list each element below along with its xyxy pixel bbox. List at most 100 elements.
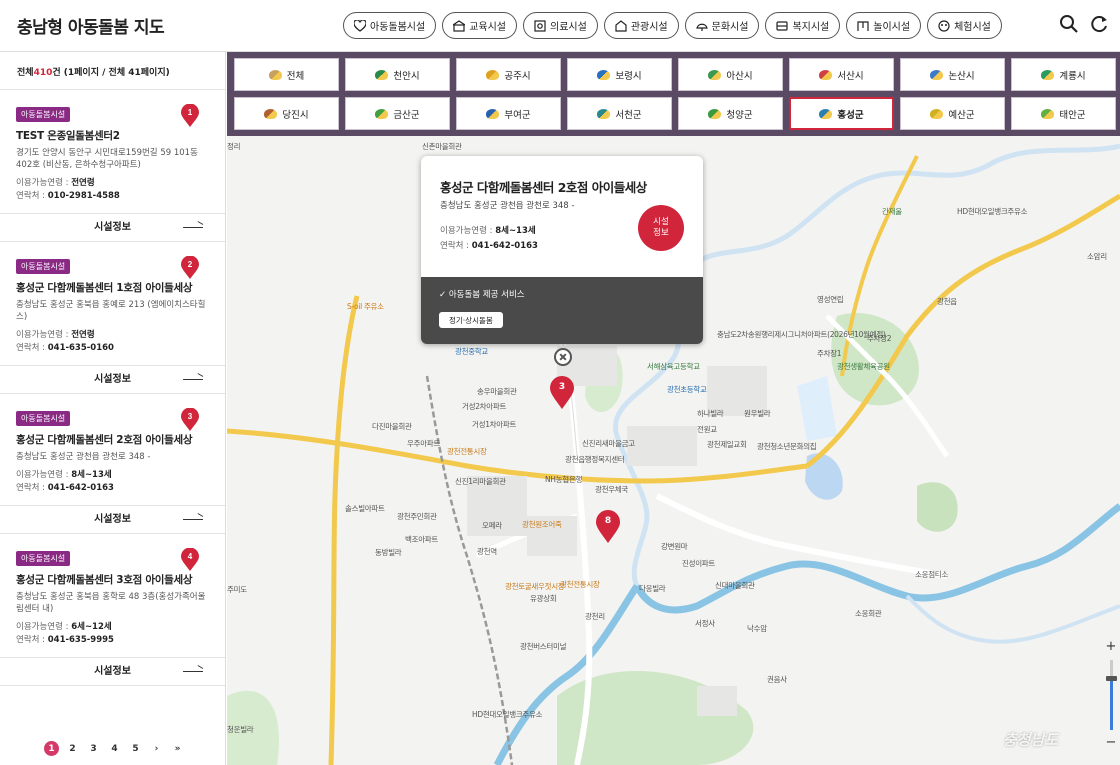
map-place-label: 원우빌라 — [744, 409, 771, 418]
page-5[interactable]: 5 — [128, 741, 143, 756]
popup-phone-label: 연락처 : — [440, 241, 472, 251]
facility-address: 경기도 안양시 동안구 시민대로159번길 59 101동 402호 (비산동,… — [16, 148, 198, 170]
region-label: 전체 — [286, 70, 305, 82]
category-button-1[interactable]: 교육시설 — [442, 12, 518, 39]
refresh-button[interactable] — [1089, 14, 1109, 36]
region-14[interactable]: 예산군 — [900, 97, 1005, 130]
map-place-label: 광천전통시장 — [560, 580, 600, 589]
facility-name: 홍성군 다함께돌봄센터 3호점 아이들세상 — [16, 574, 193, 586]
region-12[interactable]: 청양군 — [678, 97, 783, 130]
region-1[interactable]: 천안시 — [345, 58, 450, 91]
map-place-label: S-oil 주유소 — [347, 302, 384, 311]
category-button-2[interactable]: 의료시설 — [523, 12, 598, 39]
region-label: 부여군 — [504, 109, 531, 121]
region-logo-icon — [930, 108, 944, 119]
region-13[interactable]: 홍성군 — [789, 97, 894, 130]
page-3[interactable]: 3 — [86, 741, 101, 756]
page-1[interactable]: 1 — [44, 741, 59, 756]
region-logo-icon — [708, 69, 722, 80]
age-value: 전연령 — [71, 178, 95, 188]
search-button[interactable] — [1059, 14, 1079, 36]
zoom-out-button[interactable]: − — [1102, 734, 1120, 750]
marker-number: 8 — [604, 516, 612, 526]
region-8[interactable]: 당진시 — [234, 97, 339, 130]
zoom-slider[interactable] — [1106, 660, 1117, 730]
category-badge: 아동돌봄시설 — [16, 551, 71, 566]
category-badge: 아동돌봄시설 — [16, 411, 71, 426]
map-place-label: 주미도 — [227, 585, 247, 594]
map-pin-icon: 4 — [181, 547, 199, 572]
map-place-label: 광천주민회관 — [397, 512, 437, 521]
popup-service-label: ✓ 아동돌봄 제공 서비스 — [439, 290, 525, 300]
map-place-label: 광천전통시장 — [447, 447, 487, 456]
map-marker-8[interactable]: 8 — [595, 510, 621, 544]
category-button-5[interactable]: 복지시설 — [765, 12, 841, 39]
zoom-handle[interactable] — [1106, 675, 1117, 681]
map-place-label: 광천버스터미널 — [520, 642, 567, 651]
region-7[interactable]: 계룡시 — [1011, 58, 1116, 91]
map-place-label: 광천청소년문화의집 — [757, 442, 817, 451]
region-label: 보령시 — [615, 70, 642, 82]
region-6[interactable]: 논산시 — [900, 58, 1005, 91]
facility-card[interactable]: 아동돌봄시설 2 홍성군 다함께돌봄센터 1호점 아이들세상 충청남도 홍성군 홍북읍… — [0, 242, 225, 394]
category-badge: 아동돌봄시설 — [16, 259, 71, 274]
category-badge: 아동돌봄시설 — [16, 107, 71, 122]
experience-icon — [938, 19, 950, 32]
region-15[interactable]: 태안군 — [1011, 97, 1116, 130]
category-label: 관광시설 — [630, 22, 668, 33]
facility-info-link[interactable]: 시설정보 — [0, 213, 225, 241]
region-logo-icon — [268, 69, 282, 80]
category-button-6[interactable]: 놀이시설 — [846, 12, 922, 39]
next-page-icon[interactable]: › — [149, 741, 164, 756]
popup-close-button[interactable] — [554, 348, 572, 366]
page-4[interactable]: 4 — [107, 741, 122, 756]
facility-card[interactable]: 아동돌봄시설 3 홍성군 다함께돌봄센터 2호점 아이들세상 충청남도 홍성군 광천읍… — [0, 394, 225, 534]
map-place-label: NH농협은행 — [545, 475, 583, 484]
refresh-icon — [1091, 16, 1107, 33]
map-place-label: 백조아파트 — [405, 535, 438, 544]
map-marker-3[interactable]: 3 — [549, 376, 575, 410]
region-3[interactable]: 보령시 — [567, 58, 672, 91]
map-place-label: 유광상회 — [530, 594, 557, 603]
facility-info-link[interactable]: 시설정보 — [0, 505, 225, 533]
page-2[interactable]: 2 — [65, 741, 80, 756]
category-button-3[interactable]: 관광시설 — [603, 12, 679, 39]
age-value: 6세~12세 — [71, 622, 112, 632]
playground-icon — [857, 20, 869, 32]
category-label: 아동돌봄시설 — [370, 22, 426, 33]
service-tag[interactable]: 정기·상시돌봄 — [439, 312, 503, 328]
region-9[interactable]: 금산군 — [345, 97, 450, 130]
region-label: 서산시 — [837, 70, 864, 82]
last-page-icon[interactable]: » — [170, 741, 185, 756]
facility-card[interactable]: 아동돌봄시설 1 TEST 온종일돌봄센터2 경기도 안양시 동안구 시민대로159번… — [0, 90, 225, 242]
region-logo-icon — [930, 69, 944, 80]
category-button-0[interactable]: 아동돌봄시설 — [343, 12, 437, 39]
region-4[interactable]: 아산시 — [678, 58, 783, 91]
facility-info-link[interactable]: 시설정보 — [0, 365, 225, 393]
region-2[interactable]: 공주시 — [456, 58, 561, 91]
region-logo-icon — [375, 69, 389, 80]
map-place-label: 간재울 — [882, 207, 902, 216]
region-11[interactable]: 서천군 — [567, 97, 672, 130]
map-pin-icon: 1 — [181, 103, 199, 128]
tourism-icon — [615, 19, 627, 32]
popup-age-label: 이용가능연령 : — [440, 226, 496, 236]
map-place-label: 신진1리마을회관 — [455, 477, 506, 486]
phone-value: 041-642-0163 — [47, 483, 114, 493]
region-label: 예산군 — [948, 109, 975, 121]
map-place-label: 하나빌라 — [697, 409, 724, 418]
region-5[interactable]: 서산시 — [789, 58, 894, 91]
category-button-4[interactable]: 문화시설 — [684, 12, 760, 39]
map-place-label: 청운빌라 — [227, 725, 254, 734]
facility-age: 이용가능연령 : 8세~13세 — [16, 470, 112, 480]
region-logo-icon — [708, 108, 722, 119]
map-place-label: 진성이파트 — [682, 559, 715, 568]
facility-info-link[interactable]: 시설정보 — [0, 657, 225, 685]
map-place-label: 광천읍 — [937, 297, 957, 306]
region-10[interactable]: 부여군 — [456, 97, 561, 130]
facility-card[interactable]: 아동돌봄시설 4 홍성군 다함께돌봄센터 3호점 아이들세상 충청남도 홍성군 홍북읍… — [0, 534, 225, 686]
zoom-in-button[interactable]: + — [1102, 638, 1120, 654]
region-0[interactable]: 전체 — [234, 58, 339, 91]
facility-info-button[interactable]: 시설 정보 — [638, 205, 684, 251]
category-button-7[interactable]: 체험시설 — [927, 12, 1002, 39]
